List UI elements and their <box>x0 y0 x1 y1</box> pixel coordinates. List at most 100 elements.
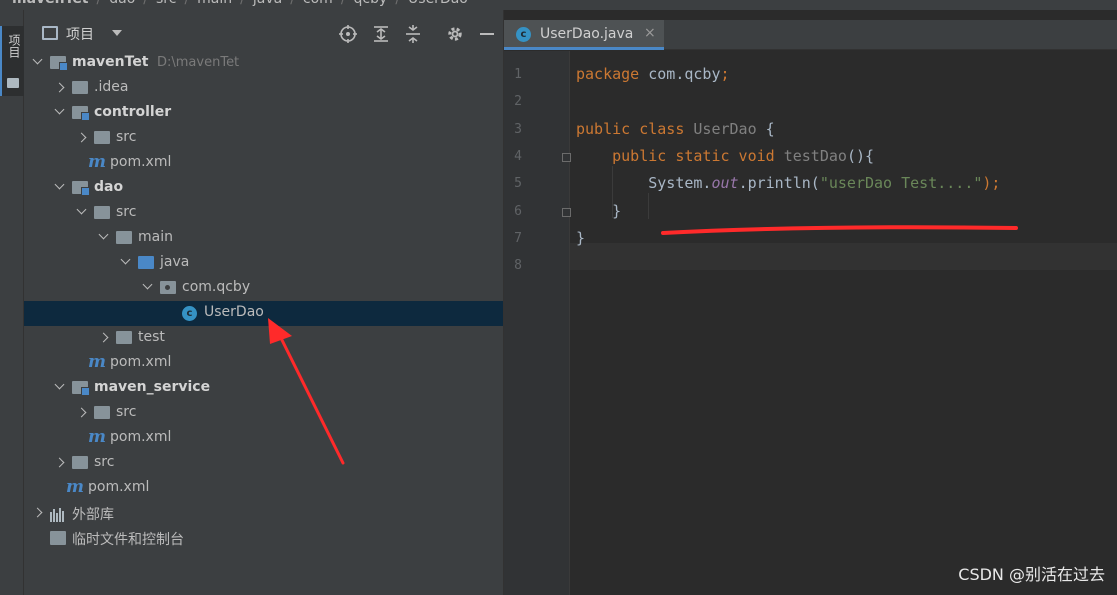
line-number: 1 <box>514 67 522 82</box>
tree-item[interactable]: src <box>24 201 503 226</box>
tab-userdao-java[interactable]: c UserDao.java × <box>504 20 664 50</box>
tree-item-label: src <box>94 454 115 470</box>
breadcrumb-item[interactable]: qcby <box>354 0 388 7</box>
line-number: 8 <box>514 258 522 274</box>
tree-item[interactable]: test <box>24 326 503 351</box>
collapse-all-icon[interactable] <box>402 23 424 45</box>
tree-item[interactable]: src <box>24 451 503 476</box>
tree-item[interactable]: m pom.xml <box>24 426 503 451</box>
breadcrumb-item[interactable]: src <box>156 0 176 7</box>
chevron-down-icon[interactable] <box>54 104 65 115</box>
tree-item[interactable]: 外部库 <box>24 501 503 526</box>
tree-item[interactable]: m pom.xml <box>24 476 503 501</box>
tree-item[interactable]: dao <box>24 176 503 201</box>
crosshair-icon[interactable] <box>337 23 359 45</box>
tree-item[interactable]: controller <box>24 101 503 126</box>
package-icon <box>160 281 176 294</box>
breadcrumb-item[interactable]: com <box>303 0 333 7</box>
folder-icon <box>7 78 19 88</box>
chevron-down-icon[interactable] <box>32 54 43 65</box>
close-icon[interactable]: × <box>644 25 656 41</box>
maven-icon: m <box>88 352 106 372</box>
tree-item-label: pom.xml <box>110 154 172 170</box>
breadcrumb-item[interactable]: UserDao <box>408 0 468 7</box>
tree-item[interactable]: src <box>24 401 503 426</box>
editor-tab-bar: c UserDao.java × <box>504 20 1117 50</box>
breadcrumb-item[interactable]: main <box>197 0 232 7</box>
tree-item[interactable]: java <box>24 251 503 276</box>
tree-item-label: mavenTet <box>72 54 149 70</box>
gear-icon[interactable] <box>444 23 466 45</box>
code-token: ; <box>720 65 730 83</box>
java-class-icon: c <box>182 306 197 321</box>
breadcrumb-separator: / <box>97 0 102 7</box>
chevron-down-icon[interactable] <box>76 204 87 215</box>
code-token: com.qcby <box>648 65 721 83</box>
chevron-down-icon[interactable] <box>54 379 65 390</box>
code-token: "userDao Test...." <box>819 174 983 193</box>
chevron-down-icon[interactable] <box>98 229 109 240</box>
project-panel-title[interactable]: 项目 <box>66 24 94 44</box>
tree-item-label: src <box>116 404 137 420</box>
tree-item[interactable]: .idea <box>24 76 503 101</box>
folder-icon <box>116 331 132 344</box>
line-number-gutter: 1 2 3 4 5 6 7 8 <box>504 51 571 595</box>
code-token: System. <box>576 174 712 193</box>
chevron-down-icon[interactable] <box>120 254 131 265</box>
breadcrumb-item[interactable]: mavenTet <box>12 0 89 7</box>
breadcrumb-separator: / <box>143 0 148 7</box>
tree-item[interactable]: com.qcby <box>24 276 503 301</box>
code-token: out <box>711 174 739 193</box>
tree-item-label: pom.xml <box>110 354 172 370</box>
code-line: package com.qcby; <box>576 65 730 83</box>
tree-item[interactable]: main <box>24 226 503 251</box>
code-line: public class UserDao { <box>576 120 775 138</box>
breadcrumb-item[interactable]: java <box>253 0 282 7</box>
tree-item[interactable]: src <box>24 126 503 151</box>
chevron-down-icon[interactable] <box>54 179 65 190</box>
library-icon <box>50 506 66 522</box>
module-icon <box>72 106 90 121</box>
minimize-icon[interactable] <box>476 23 498 45</box>
code-token: public static void <box>576 146 784 165</box>
chevron-right-icon[interactable] <box>54 82 65 93</box>
folder-icon <box>94 406 110 419</box>
line-number: 3 <box>514 121 522 137</box>
line-number: 4 <box>514 148 522 164</box>
chevron-down-icon[interactable] <box>112 30 122 36</box>
code-token: testDao <box>783 146 847 165</box>
indent-guide <box>648 193 650 220</box>
tree-item-label: maven_service <box>94 379 211 395</box>
tree-item[interactable]: maven_service <box>24 376 503 401</box>
breadcrumb: mavenTet / dao / src / main / java / com / qcby / User… <box>0 0 1117 10</box>
indent-guide <box>612 166 614 218</box>
fold-marker-icon[interactable] <box>562 207 571 217</box>
code-line: } <box>576 229 585 247</box>
project-tool-tab-label: 项目 <box>7 34 21 58</box>
tree-item[interactable]: m pom.xml <box>24 351 503 376</box>
project-tool-tab[interactable]: 项目 <box>0 26 24 96</box>
project-panel-header: 项目 <box>24 20 503 48</box>
folder-icon <box>72 81 88 94</box>
tree-item-label: pom.xml <box>88 479 150 495</box>
chevron-right-icon[interactable] <box>98 332 109 343</box>
tree-item-label: .idea <box>94 79 129 95</box>
breadcrumb-item[interactable]: dao <box>109 0 135 7</box>
expand-all-icon[interactable] <box>370 23 392 45</box>
tree-item[interactable]: 临时文件和控制台 <box>24 526 503 551</box>
tree-item-label: dao <box>94 179 124 195</box>
tree-item[interactable]: c UserDao <box>24 301 503 326</box>
maven-icon: m <box>66 477 84 497</box>
tree-item-label: pom.xml <box>110 429 172 445</box>
chevron-right-icon[interactable] <box>54 457 65 468</box>
tree-item[interactable]: mavenTet D:\mavenTet <box>24 51 503 76</box>
chevron-right-icon[interactable] <box>76 407 87 418</box>
chevron-down-icon[interactable] <box>142 279 153 290</box>
chevron-right-icon[interactable] <box>76 132 87 143</box>
folder-icon <box>94 131 110 144</box>
tree-item[interactable]: m pom.xml <box>24 151 503 176</box>
breadcrumb-separator: / <box>290 0 295 7</box>
chevron-right-icon[interactable] <box>32 507 43 518</box>
fold-marker-icon[interactable] <box>562 152 571 162</box>
breadcrumb-separator: / <box>240 0 245 7</box>
